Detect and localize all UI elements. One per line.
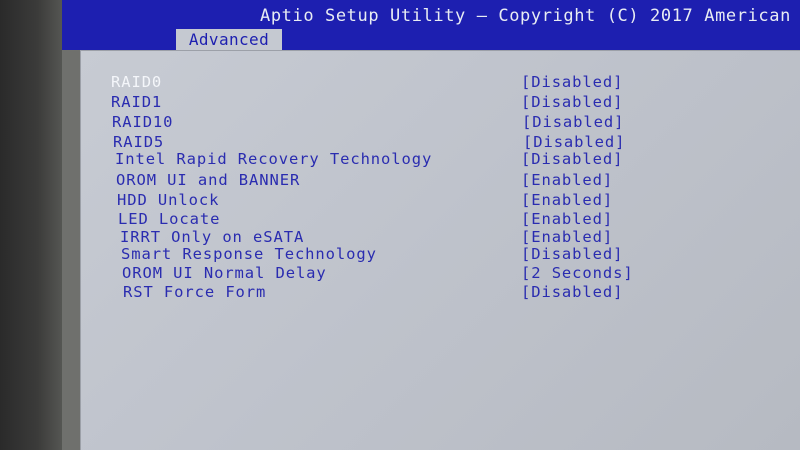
setting-value[interactable]: [Disabled]	[521, 93, 623, 111]
setting-value[interactable]: [Enabled]	[521, 228, 613, 246]
setting-label: OROM UI Normal Delay	[122, 264, 327, 282]
setting-label: Intel Rapid Recovery Technology	[115, 150, 433, 168]
setting-label: RAID0	[111, 73, 163, 91]
setting-label: HDD Unlock	[117, 191, 220, 209]
app-title: Aptio Setup Utility – Copyright (C) 2017…	[260, 6, 791, 26]
setting-label: Smart Response Technology	[121, 245, 377, 263]
setting-label: RAID5	[113, 133, 165, 151]
bios-screen: Aptio Setup Utility – Copyright (C) 2017…	[62, 0, 800, 450]
setting-label: RAID10	[112, 113, 174, 131]
setting-value[interactable]: [Disabled]	[523, 133, 625, 151]
setting-value[interactable]: [Enabled]	[521, 210, 613, 228]
setting-label: RAID1	[111, 93, 163, 111]
setting-value[interactable]: [Disabled]	[521, 150, 623, 168]
tab-strip	[62, 32, 800, 50]
setting-value[interactable]: [Disabled]	[521, 283, 623, 301]
setting-value[interactable]: [Disabled]	[521, 245, 623, 263]
setting-label: LED Locate	[118, 210, 221, 228]
setting-value[interactable]: [Disabled]	[522, 113, 624, 131]
title-bar: Aptio Setup Utility – Copyright (C) 2017…	[62, 0, 800, 32]
monitor-bezel	[0, 0, 62, 450]
setting-value[interactable]: [Disabled]	[521, 73, 623, 91]
setting-value[interactable]: [Enabled]	[521, 191, 613, 209]
setting-value[interactable]: [Enabled]	[521, 171, 613, 189]
settings-panel: RAID0 [Disabled] RAID1 [Disabled] RAID10…	[80, 50, 800, 450]
setting-label: RST Force Form	[123, 283, 267, 301]
setting-value[interactable]: [2 Seconds]	[521, 264, 634, 282]
setting-label: OROM UI and BANNER	[116, 171, 301, 189]
tab-advanced[interactable]: Advanced	[176, 29, 282, 51]
setting-label: IRRT Only on eSATA	[120, 228, 305, 246]
